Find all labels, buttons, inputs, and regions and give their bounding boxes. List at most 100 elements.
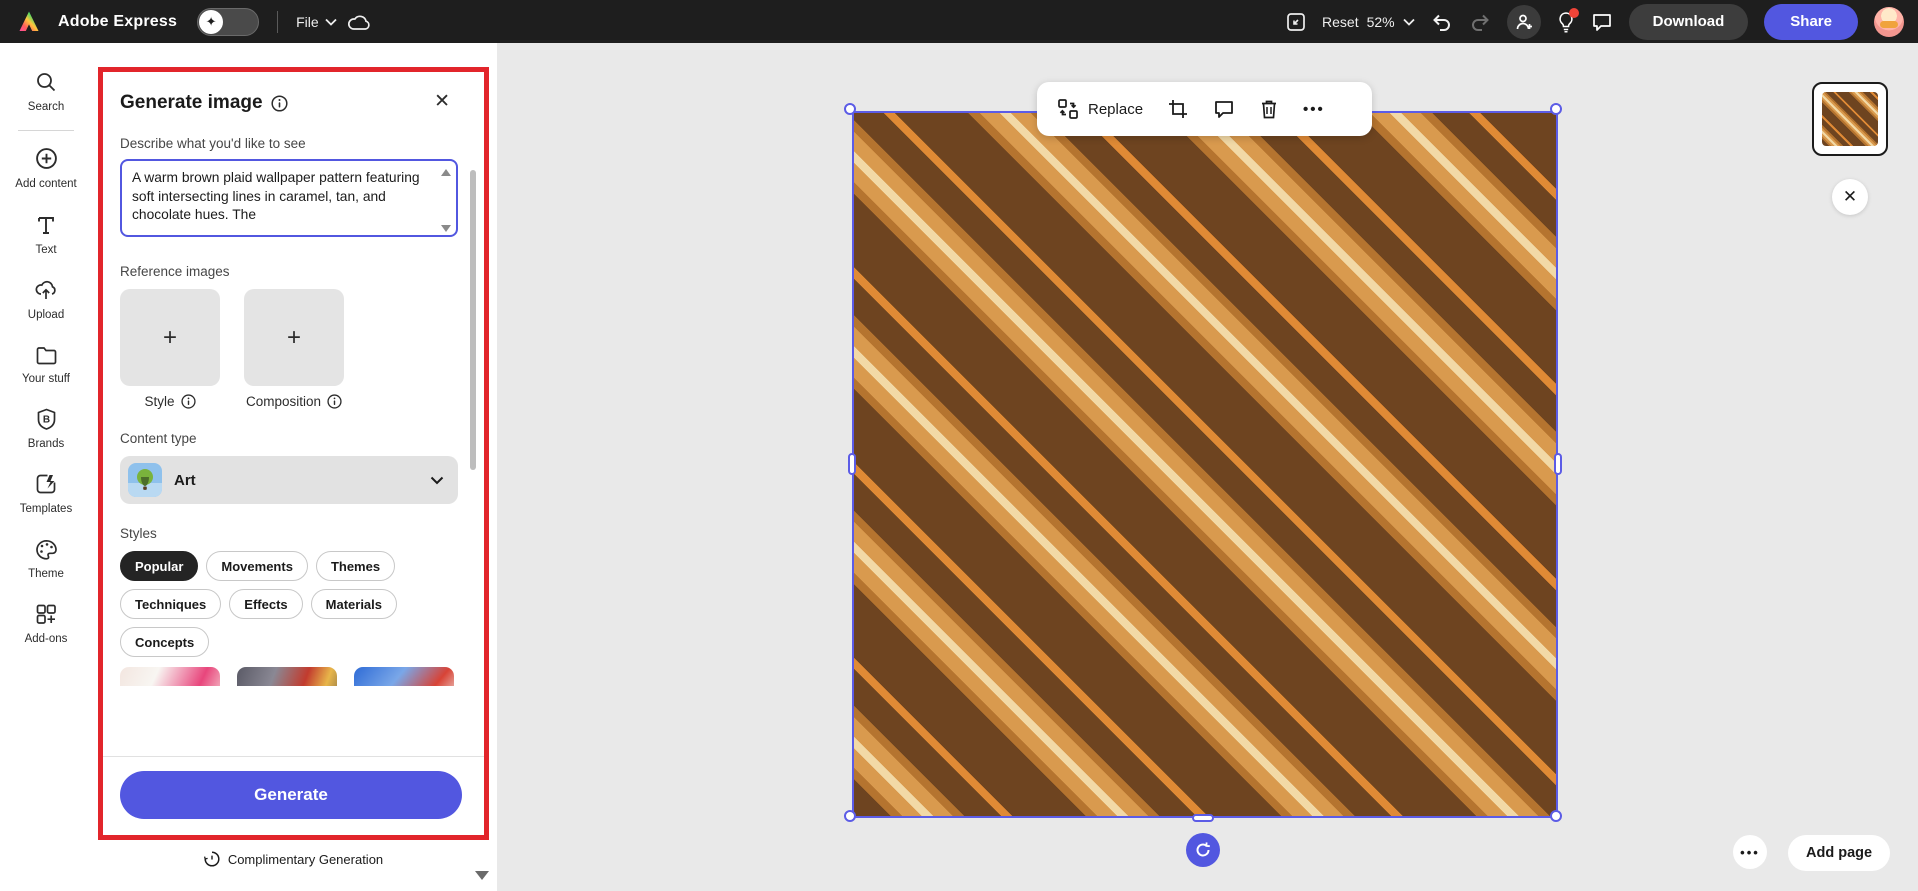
notification-dot — [1568, 7, 1579, 18]
app-window: Adobe Express ✦ File Reset 52% Download … — [0, 0, 1918, 891]
app-title: Adobe Express — [58, 12, 178, 30]
resize-handle-bottom-right[interactable] — [1550, 810, 1562, 822]
resize-handle-right[interactable] — [1554, 453, 1562, 475]
style-chip-concepts[interactable]: Concepts — [120, 627, 210, 657]
selected-plaid-image[interactable] — [852, 111, 1558, 818]
sidebar-item-theme[interactable]: Theme — [3, 529, 89, 593]
page-more-options-button[interactable]: ••• — [1733, 835, 1767, 869]
style-preview-thumbnail[interactable] — [354, 667, 454, 686]
sidebar-item-add-content[interactable]: Add content — [3, 137, 89, 203]
svg-text:B: B — [42, 414, 49, 425]
reset-zoom-button[interactable]: Reset — [1322, 14, 1359, 30]
person-add-icon — [1516, 14, 1532, 29]
panel-region: Generate image ✕ Describe what you'd lik… — [92, 43, 497, 891]
invite-people-button[interactable] — [1506, 4, 1541, 39]
share-button[interactable]: Share — [1764, 3, 1858, 40]
style-chip-movements[interactable]: Movements — [206, 551, 308, 581]
sidebar-item-search[interactable]: Search — [3, 61, 89, 126]
sidebar-divider — [18, 130, 74, 132]
sidebar-item-upload[interactable]: Upload — [3, 269, 89, 334]
download-button[interactable]: Download — [1628, 3, 1749, 40]
folder-icon — [36, 346, 56, 364]
resize-handle-left[interactable] — [848, 453, 856, 475]
fit-to-screen-icon[interactable] — [1286, 12, 1306, 32]
zoom-level[interactable]: 52% — [1367, 14, 1395, 30]
brands-icon: B — [37, 408, 55, 430]
sidebar-item-brands[interactable]: B Brands — [3, 398, 89, 463]
more-options-button[interactable]: ••• — [1303, 101, 1325, 118]
upload-icon — [35, 281, 56, 300]
close-panel-button[interactable]: ✕ — [434, 92, 450, 111]
resize-handle-top-right[interactable] — [1550, 103, 1562, 115]
style-chip-techniques[interactable]: Techniques — [120, 589, 222, 619]
theme-palette-icon — [35, 539, 57, 560]
ideas-button[interactable] — [1557, 7, 1579, 33]
chevron-down-icon — [430, 476, 444, 484]
generation-credits-icon — [203, 851, 220, 867]
crop-button[interactable] — [1167, 98, 1189, 120]
style-reference-upload-button[interactable]: + — [120, 289, 220, 386]
prompt-input[interactable]: A warm brown plaid wallpaper pattern fea… — [120, 159, 458, 237]
left-sidebar: Search Add content Text Upload Your stuf… — [0, 43, 92, 891]
prompt-scroll-up-icon[interactable] — [441, 169, 451, 176]
prompt-scroll-down-icon[interactable] — [441, 225, 451, 232]
complimentary-generation-note: Complimentary Generation — [98, 851, 489, 867]
file-menu-label: File — [296, 13, 319, 30]
art-thumbnail — [128, 463, 162, 497]
style-chip-effects[interactable]: Effects — [229, 589, 303, 619]
add-page-button[interactable]: Add page — [1788, 835, 1891, 871]
style-chip-materials[interactable]: Materials — [310, 589, 398, 619]
account-avatar[interactable] — [1874, 6, 1904, 37]
cloud-sync-icon[interactable] — [347, 13, 371, 31]
generate-button[interactable]: Generate — [120, 771, 462, 819]
crop-icon — [1169, 100, 1188, 118]
reference-images-label: Reference images — [120, 264, 230, 279]
comment-button[interactable] — [1213, 99, 1235, 119]
prompt-label: Describe what you'd like to see — [120, 136, 306, 151]
style-chip-themes[interactable]: Themes — [315, 551, 396, 581]
add-content-icon — [35, 148, 57, 170]
sidebar-item-templates[interactable]: Templates — [3, 463, 89, 528]
close-icon: ✕ — [1842, 187, 1858, 206]
zoom-chevron-down-icon[interactable] — [1402, 18, 1415, 26]
selection-toolbar: Replace ••• — [1037, 82, 1372, 136]
search-icon — [37, 73, 56, 92]
sidebar-item-text[interactable]: Text — [3, 204, 89, 269]
sidebar-item-add-ons[interactable]: Add-ons — [3, 593, 89, 658]
ai-assistant-toggle[interactable]: ✦ — [197, 7, 260, 36]
composition-info-icon[interactable] — [327, 394, 342, 409]
trash-icon — [1262, 100, 1277, 119]
sparkle-icon: ✦ — [199, 9, 224, 34]
text-icon — [38, 216, 54, 234]
resize-handle-top-left[interactable] — [844, 103, 856, 115]
undo-icon[interactable] — [1431, 12, 1453, 32]
style-chip-popular[interactable]: Popular — [120, 551, 199, 581]
style-preview-thumbnail[interactable] — [237, 667, 337, 686]
panel-scroll-down-icon[interactable] — [475, 871, 489, 880]
resize-handle-bottom[interactable] — [1192, 814, 1214, 822]
file-menu[interactable]: File — [296, 14, 337, 30]
comment-icon — [1215, 101, 1233, 118]
composition-reference-upload-button[interactable]: + — [244, 289, 344, 386]
plus-icon: + — [162, 323, 177, 351]
panel-title: Generate image — [120, 92, 263, 113]
page-thumbnail[interactable] — [1812, 82, 1888, 156]
adobe-express-logo-icon[interactable] — [14, 8, 44, 36]
resize-handle-bottom-left[interactable] — [844, 810, 856, 822]
deselect-button[interactable]: ✕ — [1832, 179, 1868, 215]
topbar-divider — [277, 10, 279, 33]
rotate-handle[interactable] — [1186, 833, 1220, 867]
panel-scrollbar-thumb[interactable] — [470, 170, 476, 470]
content-type-dropdown[interactable]: Art — [120, 456, 458, 504]
sidebar-item-your-stuff[interactable]: Your stuff — [3, 335, 89, 398]
comments-button[interactable] — [1591, 12, 1613, 32]
info-icon[interactable] — [271, 94, 288, 112]
style-preview-thumbnail[interactable] — [120, 667, 220, 686]
canvas-area[interactable]: Replace ••• ✕ ••• Add page — [497, 43, 1918, 891]
redo-icon[interactable] — [1469, 12, 1491, 32]
delete-button[interactable] — [1259, 98, 1279, 120]
replace-button[interactable]: Replace — [1057, 98, 1143, 120]
style-preview-row — [120, 667, 462, 686]
more-icon: ••• — [1303, 100, 1325, 118]
style-info-icon[interactable] — [180, 394, 196, 409]
